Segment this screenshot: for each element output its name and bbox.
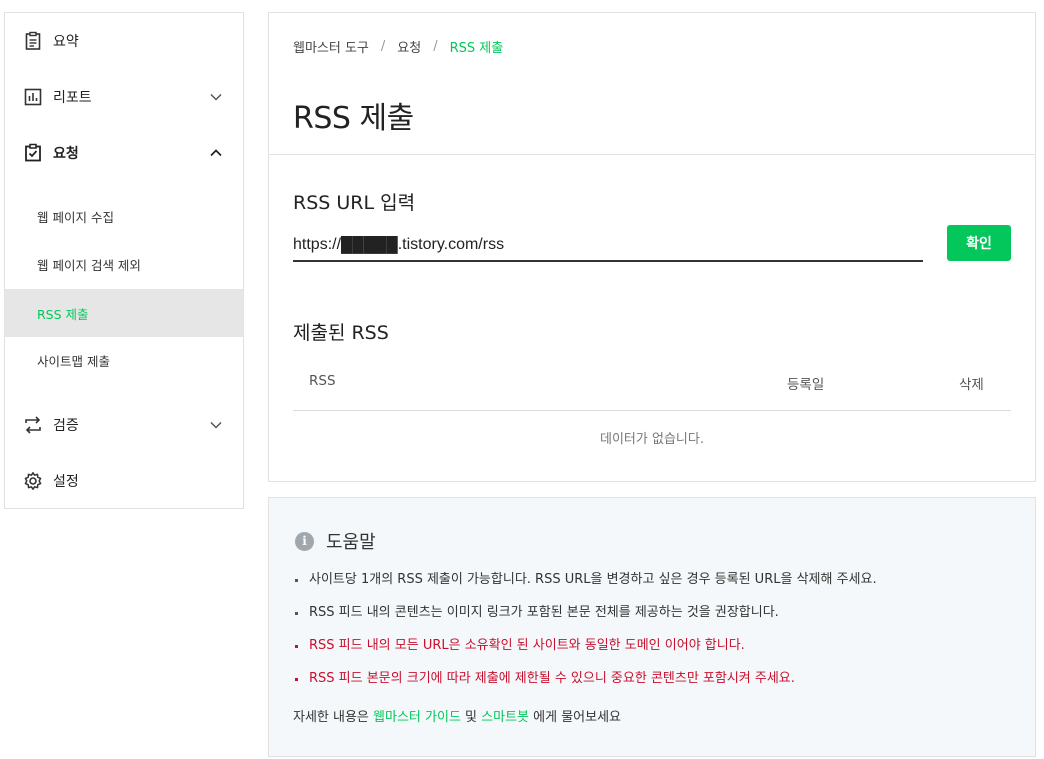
breadcrumb: 웹마스터 도구 / 요청 / RSS 제출 — [293, 37, 503, 56]
sidebar-item-request[interactable]: 요청 — [5, 129, 243, 177]
help-footer-and: 및 — [465, 710, 478, 725]
help-item: 사이트당 1개의 RSS 제출이 가능합니다. RSS URL을 변경하고 싶은… — [293, 568, 877, 601]
sidebar-item-label: 요청 — [53, 146, 79, 162]
help-list: 사이트당 1개의 RSS 제출이 가능합니다. RSS URL을 변경하고 싶은… — [293, 568, 877, 700]
breadcrumb-root[interactable]: 웹마스터 도구 — [293, 37, 369, 56]
sidebar-subitem-rss-submit[interactable]: RSS 제출 — [5, 289, 243, 337]
webmaster-guide-link[interactable]: 웹마스터 가이드 — [373, 710, 461, 725]
sidebar-subitem-label: 웹 페이지 수집 — [37, 209, 114, 225]
help-item: RSS 피드 내의 콘텐츠는 이미지 링크가 포함된 본문 전체를 제공하는 것… — [293, 601, 877, 634]
sidebar-subitem-page-crawl[interactable]: 웹 페이지 수집 — [5, 192, 243, 240]
empty-table-message: 데이터가 없습니다. — [600, 432, 704, 447]
confirm-button[interactable]: 확인 — [947, 225, 1011, 261]
gear-icon — [22, 470, 44, 492]
info-icon: i — [295, 531, 314, 551]
help-footer: 자세한 내용은 웹마스터 가이드 및 스마트봇 에게 물어보세요 — [293, 706, 621, 725]
help-title-text: 도움말 — [326, 532, 376, 553]
sidebar-item-label: 요약 — [53, 34, 79, 50]
breadcrumb-separator: / — [380, 39, 386, 54]
divider — [269, 154, 1035, 155]
sidebar-item-settings[interactable]: 설정 — [5, 457, 243, 505]
help-title: i 도움말 — [295, 528, 376, 554]
sidebar-subitem-label: RSS 제출 — [37, 306, 89, 322]
sidebar-subitem-page-exclude[interactable]: 웹 페이지 검색 제외 — [5, 240, 243, 288]
bar-chart-icon — [22, 86, 44, 108]
breadcrumb-mid[interactable]: 요청 — [397, 37, 421, 56]
help-footer-prefix: 자세한 내용은 — [293, 710, 369, 725]
sidebar-item-label: 검증 — [53, 418, 79, 434]
submitted-rss-label: 제출된 RSS — [293, 322, 389, 344]
rss-submit-panel: 웹마스터 도구 / 요청 / RSS 제출 RSS 제출 RSS URL 입력 … — [268, 12, 1036, 482]
sidebar-subitem-label: 웹 페이지 검색 제외 — [37, 257, 141, 273]
sidebar-item-report[interactable]: 리포트 — [5, 73, 243, 121]
checked-clipboard-icon — [22, 142, 44, 164]
sidebar-subitem-label: 사이트맵 제출 — [37, 353, 110, 369]
page-title: RSS 제출 — [293, 101, 414, 136]
clipboard-icon — [22, 30, 44, 52]
sidebar-item-label: 설정 — [53, 474, 79, 490]
breadcrumb-separator: / — [433, 39, 438, 54]
column-header-date: 등록일 — [787, 377, 825, 393]
sidebar-subitem-sitemap-submit[interactable]: 사이트맵 제출 — [5, 336, 243, 384]
sidebar-item-verify[interactable]: 검증 — [5, 401, 243, 449]
rss-url-input[interactable] — [293, 230, 923, 262]
breadcrumb-current: RSS 제출 — [449, 41, 504, 56]
help-item-warning: RSS 피드 본문의 크기에 따라 제출에 제한될 수 있으니 중요한 콘텐츠만… — [293, 667, 877, 700]
sidebar-item-label: 리포트 — [53, 90, 92, 106]
swap-arrows-icon — [22, 414, 44, 436]
chevron-down-icon[interactable] — [209, 418, 223, 432]
chevron-down-icon[interactable] — [209, 90, 223, 104]
rss-url-label: RSS URL 입력 — [293, 192, 416, 214]
smartbot-link[interactable]: 스마트봇 — [481, 710, 529, 725]
help-box: i 도움말 사이트당 1개의 RSS 제출이 가능합니다. RSS URL을 변… — [268, 497, 1036, 757]
help-footer-suffix: 에게 물어보세요 — [533, 710, 621, 725]
column-header-rss: RSS — [309, 373, 336, 389]
column-header-delete: 삭제 — [959, 377, 984, 393]
chevron-up-icon[interactable] — [209, 146, 223, 160]
table-header: RSS 등록일 삭제 — [293, 361, 1011, 411]
sidebar-item-summary[interactable]: 요약 — [5, 17, 243, 65]
sidebar: 요약 리포트 요청 웹 페이지 수집 웹 페이지 검색 제외 RSS 제출 사이… — [4, 12, 244, 509]
help-item-warning: RSS 피드 내의 모든 URL은 소유확인 된 사이트와 동일한 도메인 이어… — [293, 634, 877, 667]
